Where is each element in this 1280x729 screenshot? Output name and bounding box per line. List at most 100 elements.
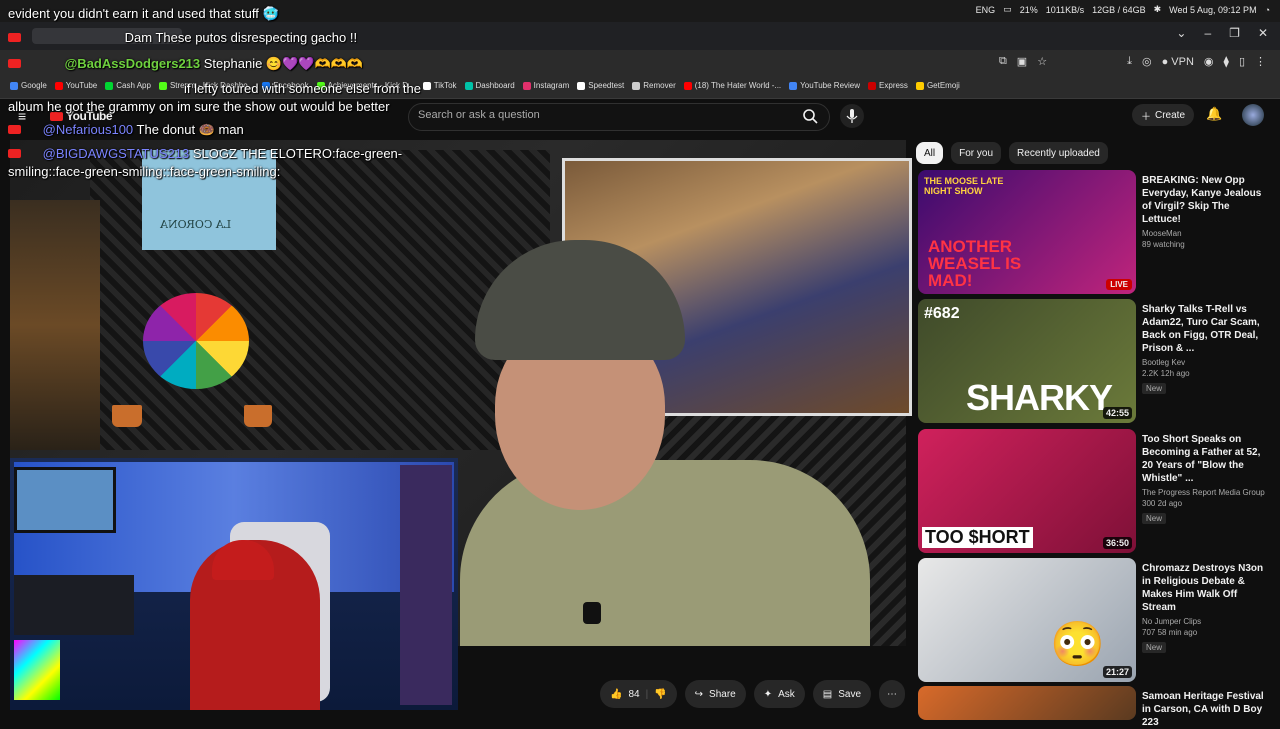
recommendation-item[interactable]: TOO $HORT 36:50 Too Short Speaks on Becomi… (916, 429, 1272, 553)
ask-button[interactable]: ✦ Ask (753, 680, 805, 708)
youtube-icon (8, 125, 21, 134)
youtube-icon (8, 33, 21, 42)
notifications-bell-icon[interactable]: 🔔 (1206, 106, 1222, 122)
network-speed: 1011KB/s (1045, 4, 1085, 15)
recommendation-item[interactable]: Samoan Heritage Festival in Carson, CA w… (916, 686, 1272, 728)
video-actions: 👍 84 | 👎 ↪ Share ✦ Ask ▤ Save ⋯ (600, 680, 906, 708)
notification-icon[interactable]: ◔ (1265, 5, 1270, 15)
recommendation-title[interactable]: Samoan Heritage Festival in Carson, CA w… (1142, 690, 1270, 729)
new-badge: New (1142, 513, 1167, 524)
maximize-button[interactable]: ❐ (1229, 26, 1240, 40)
thumbs-down-icon[interactable]: 👎 (654, 689, 666, 700)
sidebar-icon[interactable]: ▯ (1239, 55, 1245, 68)
live-badge: LIVE (1106, 279, 1132, 290)
bookmark-item[interactable]: (18) The Hater World -... (683, 81, 781, 90)
share-icon: ↪ (694, 688, 704, 700)
duration-badge: 36:50 (1102, 537, 1132, 549)
download-icon[interactable]: ⤓ (1127, 55, 1132, 68)
tab-search-icon[interactable]: ⌄ (1176, 26, 1186, 40)
recommendation-item[interactable]: 😳 21:27 Chromazz Destroys N3on in Religiou… (916, 558, 1272, 682)
thumbnail-subtext: THE MOOSE LATE NIGHT SHOW (924, 176, 1004, 196)
webcam-acoustic-panel (400, 465, 452, 705)
recommendation-thumbnail[interactable]: 😳 21:27 (918, 558, 1136, 682)
ram-usage: 12GB / 64GB (1092, 4, 1146, 15)
recommendation-title[interactable]: Chromazz Destroys N3on in Religious Deba… (1142, 562, 1270, 614)
bluetooth-icon[interactable]: ✱ (1154, 4, 1162, 15)
search-button[interactable] (796, 103, 826, 129)
chip-for-you[interactable]: For you (951, 142, 1002, 164)
thumbnail-subtext: #682 (924, 305, 960, 322)
recommendation-title[interactable]: Sharky Talks T-Rell vs Adam22, Turo Car … (1142, 303, 1270, 355)
profile-icon[interactable]: ◉ (1204, 55, 1214, 68)
new-badge: New (1142, 383, 1167, 394)
menu-icon[interactable]: ⋮ (1255, 55, 1266, 68)
chip-all[interactable]: All (916, 142, 944, 164)
bookmark-favicon-icon (868, 81, 877, 90)
chat-message: evident you didn't earn it and used that… (8, 6, 279, 21)
mug-right (244, 405, 272, 427)
bookmark-item[interactable]: Dashboard (464, 81, 515, 90)
battery-text: 21% (1019, 4, 1038, 15)
channel-name[interactable]: Bootleg Kev (1142, 358, 1270, 367)
bookmark-item[interactable]: Instagram (522, 81, 570, 90)
voice-search-button[interactable] (840, 104, 864, 128)
account-avatar[interactable] (1242, 104, 1264, 126)
youtube-icon (8, 149, 21, 158)
extensions-icon[interactable]: ◎ (1142, 55, 1152, 68)
close-button[interactable]: ✕ (1258, 26, 1268, 40)
webcam-keyboard (14, 640, 60, 700)
more-actions-button[interactable]: ⋯ (879, 680, 906, 708)
sparkle-icon: ✦ (763, 688, 773, 700)
recommendation-item[interactable]: THE MOOSE LATE NIGHT SHOW ANOTHER WEASEL … (916, 170, 1272, 294)
browser-toolbar-right: ⧉ ▣ ☆ ⤓ ◎ ● VPN ◉ ⧫ ▯ ⋮ (999, 55, 1266, 68)
share-button[interactable]: ↪ Share (684, 680, 746, 708)
bookmark-item[interactable]: Remover (632, 81, 676, 90)
chat-message: Dam These putos disrespecting gacho !! (8, 30, 357, 45)
like-button[interactable]: 👍 84 | 👎 (600, 680, 677, 708)
language-indicator[interactable]: ENG (976, 5, 996, 15)
duration-badge: 42:55 (1102, 407, 1132, 419)
bookmark-label: Instagram (533, 81, 570, 90)
recommendation-thumbnail[interactable] (918, 686, 1136, 720)
bookmark-label: YouTube Review (800, 81, 861, 90)
youtube-icon (8, 59, 21, 68)
puzzle-icon[interactable]: ⧫ (1224, 55, 1229, 68)
recommendation-title[interactable]: Too Short Speaks on Becoming a Father at… (1142, 433, 1270, 485)
recommendation-meta: Sharky Talks T-Rell vs Adam22, Turo Car … (1142, 303, 1270, 396)
bookmark-item[interactable]: YouTube Review (789, 81, 860, 90)
bookmark-favicon-icon (577, 81, 586, 90)
bookmark-item[interactable]: Speedtest (577, 81, 624, 90)
chip-recently-uploaded[interactable]: Recently uploaded (1009, 142, 1108, 164)
save-button[interactable]: ▤ Save (812, 680, 872, 708)
recommendation-item[interactable]: #682 SHARKY 42:55 Sharky Talks T-Rell vs Ad… (916, 299, 1272, 423)
cast-icon[interactable]: ▣ (1017, 55, 1027, 68)
channel-name[interactable]: The Progress Report Media Group (1142, 488, 1270, 497)
thumbnail-text: SHARKY (966, 377, 1113, 418)
chat-message: @BIGDAWGSTATUS213 SLOGZ THE ELOTERO:face… (8, 146, 403, 179)
save-icon: ▤ (822, 688, 833, 700)
filter-chips: All For you Recently uploaded (916, 142, 1108, 164)
bookmark-favicon-icon (789, 81, 798, 90)
monitor-icon[interactable]: ▭ (1003, 4, 1012, 15)
recommendation-thumbnail[interactable]: #682 SHARKY 42:55 (918, 299, 1136, 423)
screenshot-icon[interactable]: ⧉ (999, 55, 1007, 68)
vpn-button[interactable]: ● VPN (1162, 56, 1194, 68)
bookmark-star-icon[interactable]: ☆ (1037, 55, 1047, 68)
create-button[interactable]: ＋ Create (1132, 104, 1194, 126)
plus-icon: ＋ (1140, 111, 1151, 123)
bookmark-item[interactable]: GetEmoji (915, 81, 960, 90)
recommendation-thumbnail[interactable]: TOO $HORT 36:50 (918, 429, 1136, 553)
search-icon (803, 109, 818, 124)
window-controls: ⌄ – ❐ ✕ (1176, 26, 1268, 40)
lapel-mic (583, 602, 601, 624)
recommendation-title[interactable]: BREAKING: New Opp Everyday, Kanye Jealou… (1142, 174, 1270, 226)
thumbnail-text: ANOTHER WEASEL IS MAD! (928, 237, 1022, 290)
recommendation-meta: Chromazz Destroys N3on in Religious Deba… (1142, 562, 1270, 655)
channel-name[interactable]: No Jumper Clips (1142, 617, 1270, 626)
minimize-button[interactable]: – (1204, 26, 1211, 40)
bookmark-item[interactable]: Express (868, 81, 908, 90)
la-corona-text: LA CORONA (160, 218, 232, 231)
channel-name[interactable]: MooseMan (1142, 229, 1270, 238)
recommendation-thumbnail[interactable]: THE MOOSE LATE NIGHT SHOW ANOTHER WEASEL … (918, 170, 1136, 294)
clock[interactable]: Wed 5 Aug, 09:12 PM (1169, 5, 1256, 15)
